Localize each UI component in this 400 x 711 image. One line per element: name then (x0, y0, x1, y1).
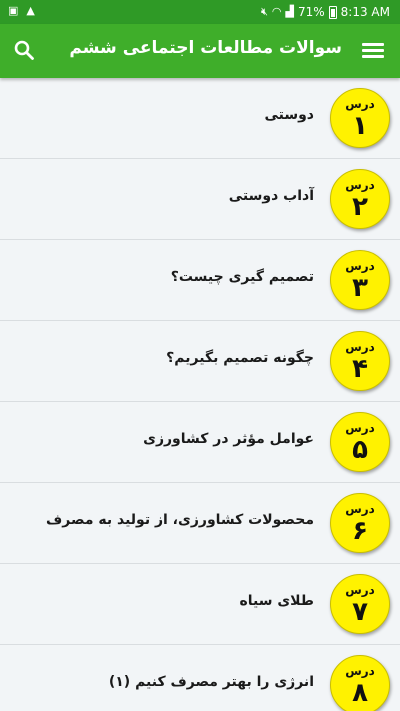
lesson-badge: درس ۴ (330, 331, 390, 391)
system-status: 🔇︎ ◠ ▟ 71% 8:13 AM (261, 4, 390, 20)
mute-icon: 🔇︎ (260, 5, 268, 18)
wifi-icon: ◠ (271, 5, 282, 18)
badge-number: ۵ (352, 435, 368, 465)
badge-number: ۴ (352, 354, 368, 384)
lesson-title: تصمیم گیری چیست؟ (170, 269, 314, 285)
lesson-item-1[interactable]: درس ۱ دوستی (0, 78, 400, 159)
app-bar: سوالات مطالعات اجتماعی ششم (0, 24, 400, 78)
hamburger-menu-icon[interactable] (360, 40, 386, 62)
notification-icons: ▣ ▲ (8, 3, 35, 19)
search-icon[interactable] (12, 38, 38, 64)
lesson-title: طلای سیاه (239, 593, 314, 609)
badge-label: درس (345, 502, 375, 516)
signal-icon: ▟ (285, 5, 294, 18)
lesson-item-7[interactable]: درس ۷ طلای سیاه (0, 564, 400, 645)
lesson-title: انرژی را بهتر مصرف کنیم (۱) (108, 674, 314, 690)
lesson-item-3[interactable]: درس ۳ تصمیم گیری چیست؟ (0, 240, 400, 321)
status-bar: ▣ ▲ 🔇︎ ◠ ▟ 71% 8:13 AM (0, 0, 400, 24)
page-title: سوالات مطالعات اجتماعی ششم (69, 38, 342, 58)
lesson-badge: درس ۶ (330, 493, 390, 553)
badge-label: درس (345, 664, 375, 678)
badge-number: ۲ (352, 192, 368, 222)
lesson-badge: درس ۷ (330, 574, 390, 634)
lesson-item-8[interactable]: درس ۸ انرژی را بهتر مصرف کنیم (۱) (0, 645, 400, 711)
lesson-badge: درس ۱ (330, 88, 390, 148)
badge-number: ۳ (352, 273, 368, 303)
badge-label: درس (345, 178, 375, 192)
battery-icon (328, 5, 337, 19)
badge-label: درس (345, 421, 375, 435)
lesson-title: عوامل مؤثر در کشاورزی (143, 431, 314, 447)
lesson-title: آداب دوستی (228, 188, 314, 204)
badge-label: درس (345, 340, 375, 354)
badge-label: درس (345, 259, 375, 273)
lesson-title: محصولات کشاورزی، از تولید به مصرف (46, 512, 314, 528)
lesson-list: درس ۱ دوستی درس ۲ آداب دوستی درس ۳ تصمیم… (0, 78, 400, 711)
lesson-badge: درس ۸ (330, 655, 390, 711)
badge-number: ۷ (352, 597, 368, 627)
status-time: 8:13 AM (340, 5, 390, 19)
lesson-item-6[interactable]: درس ۶ محصولات کشاورزی، از تولید به مصرف (0, 483, 400, 564)
badge-number: ۶ (352, 516, 368, 546)
lesson-item-5[interactable]: درس ۵ عوامل مؤثر در کشاورزی (0, 402, 400, 483)
badge-number: ۱ (352, 111, 368, 141)
badge-label: درس (345, 583, 375, 597)
lesson-item-4[interactable]: درس ۴ چگونه تصمیم بگیریم؟ (0, 321, 400, 402)
warning-icon: ▲ (26, 4, 35, 17)
lesson-item-2[interactable]: درس ۲ آداب دوستی (0, 159, 400, 240)
battery-percent: 71% (298, 5, 325, 19)
badge-number: ۸ (352, 678, 368, 708)
badge-label: درس (345, 97, 375, 111)
lesson-badge: درس ۵ (330, 412, 390, 472)
lesson-title: دوستی (264, 107, 314, 123)
lesson-badge: درس ۳ (330, 250, 390, 310)
app-notification-icon: ▣ (8, 4, 19, 17)
lesson-title: چگونه تصمیم بگیریم؟ (166, 350, 314, 366)
lesson-badge: درس ۲ (330, 169, 390, 229)
